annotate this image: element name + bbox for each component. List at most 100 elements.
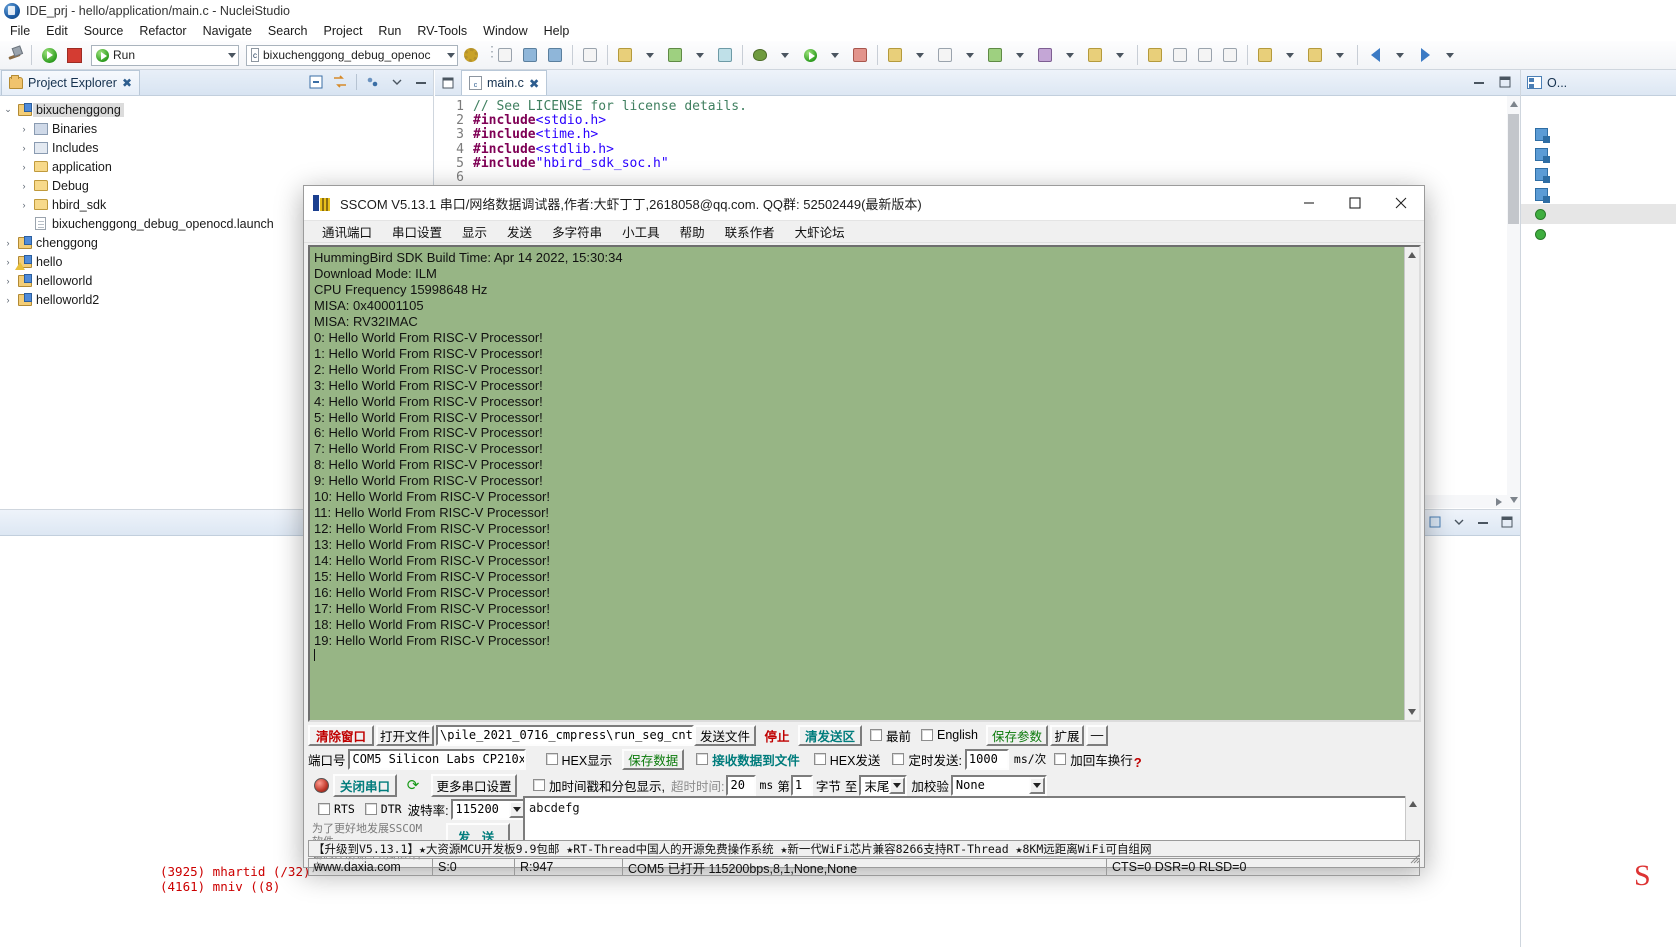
- build-dropdown-button[interactable]: [638, 43, 662, 67]
- menu-file[interactable]: File: [2, 22, 38, 40]
- menu-serial-config[interactable]: 串口设置: [382, 222, 452, 241]
- toggle-block-selection-button[interactable]: [1168, 43, 1192, 67]
- tab-main-c[interactable]: c main.c ✖: [461, 70, 548, 95]
- checkbox-box[interactable]: [696, 753, 709, 765]
- sscom-terminal-output[interactable]: HummingBird SDK Build Time: Apr 14 2022,…: [310, 247, 1404, 720]
- topmost-checkbox[interactable]: 最前: [870, 726, 911, 745]
- view-menu-chevron-icon[interactable]: [389, 74, 405, 90]
- scroll-right-icon[interactable]: [1496, 498, 1502, 506]
- more-serial-settings-button[interactable]: 更多串口设置: [431, 773, 517, 797]
- run-button[interactable]: [37, 43, 61, 67]
- twisty-icon[interactable]: ›: [0, 238, 16, 248]
- clear-send-area-button[interactable]: 清发送区: [798, 724, 862, 746]
- english-checkbox[interactable]: English: [921, 728, 978, 742]
- minimize-console-icon[interactable]: [1476, 515, 1490, 532]
- save-all-button[interactable]: [543, 43, 567, 67]
- new-c-dropdown[interactable]: [1008, 43, 1032, 67]
- controls-row-1[interactable]: 清除窗口 打开文件 \pile_2021_0716_cmpress\run_se…: [308, 724, 1420, 746]
- minimize-editor-icon[interactable]: [1472, 75, 1486, 92]
- outline-item[interactable]: [1521, 224, 1676, 244]
- prev-annotation-dropdown[interactable]: [1328, 43, 1352, 67]
- twisty-icon[interactable]: ›: [16, 143, 32, 153]
- clean-dropdown-button[interactable]: [688, 43, 712, 67]
- twisty-icon[interactable]: ›: [16, 124, 32, 134]
- prev-annotation-button[interactable]: [1303, 43, 1327, 67]
- help-question-icon[interactable]: ?: [1134, 755, 1142, 770]
- menu-multi-string[interactable]: 多字符串: [542, 222, 612, 241]
- menu-run[interactable]: Run: [370, 22, 409, 40]
- open-element-dropdown[interactable]: [1058, 43, 1082, 67]
- ide-toolbar[interactable]: Run c bixuchenggong_debug_openoc: [0, 41, 1676, 70]
- toggle-word-wrap-button[interactable]: [1218, 43, 1242, 67]
- open-element-button[interactable]: [1033, 43, 1057, 67]
- to-select[interactable]: 末尾: [859, 774, 908, 796]
- marker-dropdown[interactable]: [1108, 43, 1132, 67]
- toolbar-overflow-dots[interactable]: [484, 43, 499, 65]
- close-icon[interactable]: [1378, 186, 1424, 221]
- outline-list[interactable]: [1521, 96, 1676, 244]
- sscom-window-buttons[interactable]: [1286, 186, 1424, 221]
- maximize-icon[interactable]: [1332, 186, 1378, 221]
- collapse-all-icon[interactable]: [308, 74, 324, 90]
- tree-item-binaries[interactable]: › Binaries: [0, 119, 433, 138]
- maximize-console-icon[interactable]: [1500, 515, 1514, 532]
- file-path-input[interactable]: \pile_2021_0716_cmpress\run_seg_cnt\fii.…: [436, 724, 694, 746]
- toggle-mark-occurrences-button[interactable]: [1143, 43, 1167, 67]
- scroll-up-icon[interactable]: [1510, 101, 1518, 107]
- menu-edit[interactable]: Edit: [38, 22, 76, 40]
- open-file-button[interactable]: 打开文件: [376, 724, 434, 746]
- menu-send[interactable]: 发送: [497, 222, 542, 241]
- editor-code-area[interactable]: 1 // See LICENSE for license details. 2 #i…: [435, 96, 1520, 185]
- twisty-icon[interactable]: ›: [0, 276, 16, 286]
- save-button[interactable]: [518, 43, 542, 67]
- launch-settings-gear-button[interactable]: [459, 43, 483, 67]
- menu-window[interactable]: Window: [475, 22, 535, 40]
- menu-search[interactable]: Search: [260, 22, 316, 40]
- outline-item[interactable]: [1521, 184, 1676, 204]
- menu-contact[interactable]: 联系作者: [715, 222, 785, 241]
- sscom-window[interactable]: SSCOM V5.13.1 串口/网络数据调试器,作者:大虾丁丁,2618058…: [303, 185, 1425, 876]
- marker-button[interactable]: [1083, 43, 1107, 67]
- extend-button[interactable]: 扩展: [1050, 724, 1085, 746]
- twisty-icon[interactable]: ›: [0, 257, 16, 267]
- save-data-button[interactable]: 保存数据: [622, 748, 685, 770]
- next-annotation-button[interactable]: [1253, 43, 1277, 67]
- profile-button[interactable]: [848, 43, 872, 67]
- forward-dropdown[interactable]: [1438, 43, 1462, 67]
- refresh-ports-icon[interactable]: ⟳: [405, 777, 421, 794]
- close-icon[interactable]: ✖: [122, 76, 132, 90]
- external-tools-dropdown[interactable]: [908, 43, 932, 67]
- dtr-checkbox[interactable]: DTR: [364, 802, 402, 816]
- editor-vertical-scrollbar[interactable]: [1507, 96, 1520, 508]
- clean-button[interactable]: [663, 43, 687, 67]
- controls-row-2[interactable]: 端口号 COM5 Silicon Labs CP210x U HEX显示 保存数…: [308, 748, 1420, 770]
- menu-help[interactable]: 帮助: [670, 222, 715, 241]
- baud-select[interactable]: 115200: [450, 798, 527, 820]
- menu-tools[interactable]: 小工具: [612, 222, 670, 241]
- back-dropdown[interactable]: [1388, 43, 1412, 67]
- sscom-terminal-container[interactable]: HummingBird SDK Build Time: Apr 14 2022,…: [308, 245, 1421, 722]
- checkbox-box[interactable]: [533, 779, 545, 791]
- terminal-scrollbar[interactable]: [1404, 247, 1419, 720]
- menu-source[interactable]: Source: [76, 22, 132, 40]
- menu-refactor[interactable]: Refactor: [131, 22, 194, 40]
- debug-perspective-button[interactable]: [748, 43, 772, 67]
- sscom-ad-bar[interactable]: 【升级到V5.13.1】★大资源MCU开发板9.9包邮 ★RT-Thread中国…: [308, 840, 1420, 857]
- outline-item-selected[interactable]: [1521, 204, 1676, 224]
- checksum-select[interactable]: None: [950, 774, 1047, 796]
- new-c-project-button[interactable]: [983, 43, 1007, 67]
- outline-item[interactable]: [1521, 124, 1676, 144]
- sscom-title-bar[interactable]: SSCOM V5.13.1 串口/网络数据调试器,作者:大虾丁丁,2618058…: [304, 186, 1424, 221]
- ide-menu-bar[interactable]: File Edit Source Refactor Navigate Searc…: [0, 22, 1676, 40]
- stop-button[interactable]: 停止: [758, 724, 796, 746]
- minimize-view-icon[interactable]: [413, 74, 429, 90]
- twisty-icon[interactable]: ›: [16, 200, 32, 210]
- new-console-icon[interactable]: [1428, 515, 1442, 532]
- minimize-icon[interactable]: [1286, 186, 1332, 221]
- checkbox-box[interactable]: [921, 729, 934, 741]
- stop-button[interactable]: [62, 43, 86, 67]
- checkbox-box[interactable]: [545, 753, 558, 765]
- hex-send-checkbox[interactable]: HEX发送: [813, 750, 880, 769]
- tree-item-includes[interactable]: › Includes: [0, 138, 433, 157]
- send-file-button[interactable]: 发送文件: [694, 724, 756, 746]
